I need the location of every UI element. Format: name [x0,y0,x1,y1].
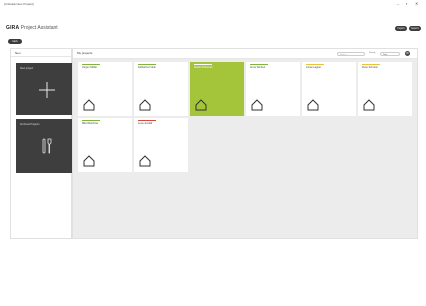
projects-panel-header: My projects Search Sort by Date ⚙ [73,49,417,59]
search-placeholder: Search [340,54,347,56]
archived-projects-label: Archived Projects [20,123,40,126]
project-name: Stefan Thümmel [194,66,213,69]
house-icon [251,99,263,111]
project-name: Jonas Lagner [306,66,322,69]
project-status-bar [138,120,156,121]
app-name: Project Assistant [20,25,58,31]
import-button[interactable]: Import [395,26,407,31]
minimize-button[interactable]: – [397,2,399,6]
project-status-bar [194,64,212,65]
window-title: [Unbekanntes Projekt] [4,2,34,6]
house-icon [139,99,151,111]
house-icon [139,155,151,167]
app-brand: GIRA Project Assistant [6,25,58,31]
project-status-bar [82,64,100,65]
search-input[interactable]: Search [337,52,365,56]
app-header: GIRA Project Assistant back Import Expor… [0,10,426,46]
project-card[interactable]: Jonas Lagner [302,62,356,116]
left-panel-title: Neu [11,49,71,57]
house-icon [83,99,95,111]
archived-projects-tile[interactable]: Archived Projects [16,119,78,173]
house-icon [363,99,375,111]
project-status-bar [138,64,156,65]
back-button[interactable]: back [8,39,22,44]
project-status-bar [362,64,380,65]
project-card[interactable]: Jürgen Müller [78,62,132,116]
house-icon [83,155,95,167]
project-name: Jürgen Müller [82,66,98,69]
brand-logo: GIRA [6,25,20,31]
project-card[interactable]: Mila Weschner [78,118,132,172]
project-card[interactable]: Katharina Frank [134,62,188,116]
new-project-tile[interactable]: New project [16,63,78,115]
export-label: Export [411,27,419,30]
project-name: Anna Teichert [250,66,266,69]
close-button[interactable]: ✕ [415,2,418,6]
project-card[interactable]: Peter Schreier [358,62,412,116]
import-label: Import [397,27,405,30]
project-card[interactable]: Lena Jendall [134,118,188,172]
back-label: back [12,40,18,43]
maximize-button[interactable]: ▪ [406,2,407,6]
project-card[interactable]: Anna Teichert [246,62,300,116]
project-status-bar [250,64,268,65]
project-name: Mila Weschner [82,122,99,125]
house-icon [307,99,319,111]
project-name: Lena Jendall [138,122,153,125]
export-button[interactable]: Export [409,26,421,31]
project-name: Peter Schreier [362,66,378,69]
project-name: Katharina Frank [138,66,156,69]
project-status-bar [82,120,100,121]
settings-gear-icon[interactable]: ⚙ [405,51,410,56]
tools-icon [42,138,52,154]
sort-select[interactable]: Date [380,52,400,56]
sort-value: Date [383,54,388,56]
project-card-selected[interactable]: Stefan Thümmel [190,62,244,116]
projects-panel-title: My projects [77,51,93,55]
plus-icon [39,82,55,98]
project-status-bar [306,64,324,65]
sort-label: Sort by [369,52,376,54]
new-project-label: New project [20,67,34,70]
window-titlebar: [Unbekanntes Projekt] – ▪ ✕ [0,0,426,10]
house-icon [195,99,207,111]
